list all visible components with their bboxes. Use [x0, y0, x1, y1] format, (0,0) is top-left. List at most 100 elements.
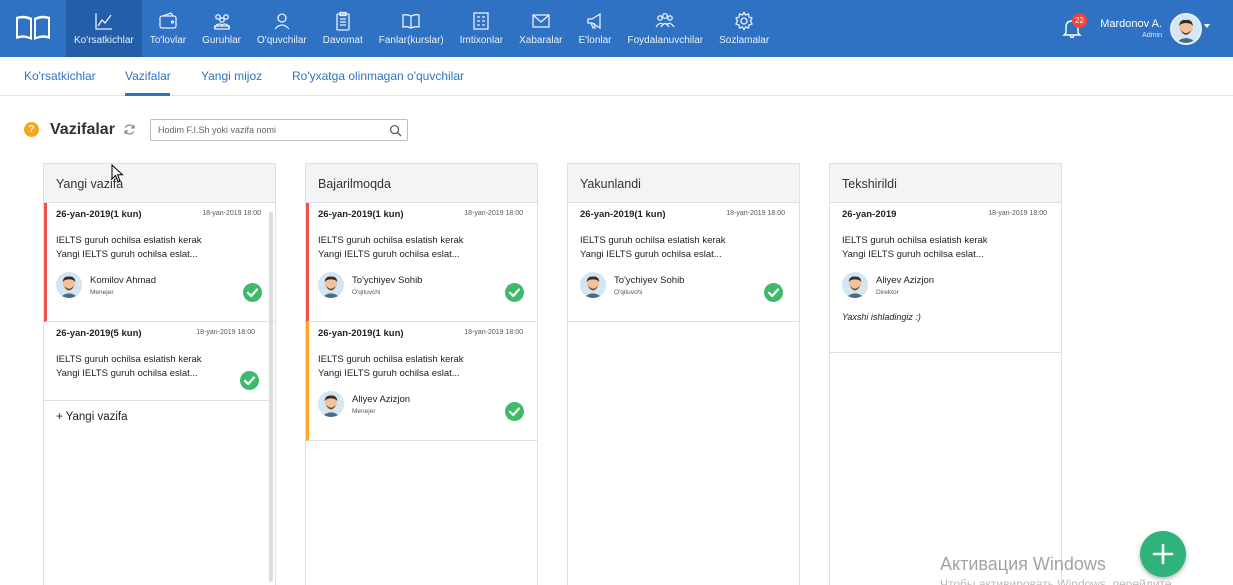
nav-item-davomat[interactable]: Davomat: [315, 0, 371, 57]
search-box: [150, 119, 408, 141]
chevron-down-icon[interactable]: [1204, 24, 1210, 28]
avatar[interactable]: [1170, 13, 1202, 45]
search-icon[interactable]: [389, 124, 402, 137]
column-title: Bajarilmoqda: [306, 164, 537, 203]
assignee-role: Menejer: [90, 288, 114, 296]
task-description: IELTS guruh ochilsa eslatish kerak Yangi…: [318, 353, 508, 381]
person-avatar-icon: [580, 272, 606, 298]
gear-icon: [735, 11, 754, 31]
nav-item-label: To'lovlar: [149, 35, 187, 46]
person-avatar-icon: [318, 272, 344, 298]
wallet-icon: [159, 12, 177, 29]
review-comment: Yaxshi ishladingiz :): [842, 312, 921, 322]
task-line: IELTS guruh ochilsa eslatish kerak: [56, 354, 202, 365]
task-line: Yangi IELTS guruh ochilsa eslat...: [56, 249, 198, 260]
person-avatar-icon: [56, 272, 82, 298]
column-bajarilmoqda: Bajarilmoqda 26-yan-2019(1 kun) 18-yan-2…: [305, 163, 538, 585]
task-time: 18-yan-2019 18:00: [464, 210, 523, 217]
nav-item-elonlar[interactable]: E'lonlar: [570, 0, 619, 57]
task-card[interactable]: 26-yan-2019(1 kun) 18-yan-2019 18:00 IEL…: [568, 203, 799, 322]
help-icon[interactable]: ?: [24, 122, 39, 137]
assignee-name: Aliyev Azizjon: [352, 393, 411, 405]
task-line: IELTS guruh ochilsa eslatish kerak: [842, 235, 988, 246]
scrollbar[interactable]: [269, 212, 273, 582]
user-avatar-icon: [1172, 15, 1200, 43]
book-logo-icon[interactable]: [14, 12, 52, 44]
megaphone-icon: [587, 12, 601, 30]
task-card[interactable]: 26-yan-2019(5 kun) 18-yan-2019 18:00 IEL…: [44, 322, 269, 401]
nav-item-foydalanuvchilar[interactable]: Foydalanuvchilar: [620, 0, 712, 57]
task-card[interactable]: 26-yan-2019(1 kun) 18-yan-2019 18:00 IEL…: [44, 203, 275, 322]
avatar: [580, 272, 606, 298]
assignee-name: Komilov Ahmad: [90, 274, 157, 286]
group-icon: [213, 14, 231, 30]
task-description: IELTS guruh ochilsa eslatish kerak Yangi…: [580, 234, 770, 262]
windows-activation-subtitle: Чтобы активировать Windows, перейдите: [940, 577, 1172, 585]
exam-icon: [473, 12, 490, 30]
person-avatar-icon: [842, 272, 868, 298]
avatar: [56, 272, 82, 298]
nav-item-oquvchilar[interactable]: O'quvchilar: [249, 0, 315, 57]
nav-item-label: Foydalanuvchilar: [627, 35, 704, 46]
nav-item-imtixonlar[interactable]: Imtixonlar: [452, 0, 511, 57]
task-card[interactable]: 26-yan-2019(1 kun) 18-yan-2019 18:00 IEL…: [306, 322, 537, 441]
task-line: IELTS guruh ochilsa eslatish kerak: [580, 235, 726, 246]
nav-item-label: Imtixonlar: [459, 35, 504, 46]
assignee: Aliyev Azizjon Direktor: [842, 272, 1061, 298]
assignee-name: To'ychiyev Sohib: [352, 274, 423, 286]
assignee-role: O'qituvchi: [352, 288, 381, 296]
column-tekshirildi: Tekshirildi 26-yan-2019 18-yan-2019 18:0…: [829, 163, 1062, 585]
add-task-button[interactable]: + Yangi vazifa: [44, 401, 275, 423]
task-line: IELTS guruh ochilsa eslatish kerak: [318, 235, 464, 246]
person-avatar-icon: [318, 391, 344, 417]
task-description: IELTS guruh ochilsa eslatish kerak Yangi…: [56, 234, 246, 262]
nav-item-label: Guruhlar: [202, 35, 241, 46]
task-description: IELTS guruh ochilsa eslatish kerak Yangi…: [318, 234, 508, 262]
nav-item-tolovlar[interactable]: To'lovlar: [142, 0, 194, 57]
check-circle-icon[interactable]: [505, 283, 524, 302]
clipboard-icon: [336, 11, 350, 31]
tab-yangi-mijoz[interactable]: Yangi mijoz: [201, 69, 262, 83]
task-line: IELTS guruh ochilsa eslatish kerak: [318, 354, 464, 365]
check-circle-icon[interactable]: [764, 283, 783, 302]
nav-item-label: Ko'rsatkichlar: [74, 35, 134, 46]
task-line: Yangi IELTS guruh ochilsa eslat...: [318, 368, 460, 379]
refresh-icon[interactable]: [123, 123, 136, 136]
avatar: [842, 272, 868, 298]
task-time: 18-yan-2019 18:00: [726, 210, 785, 217]
column-yangi-vazifa: Yangi vazifa 26-yan-2019(1 kun) 18-yan-2…: [43, 163, 276, 585]
nav-item-sozlamalar[interactable]: Sozlamalar: [711, 0, 777, 57]
avatar: [318, 391, 344, 417]
tab-royxatga-olinmagan[interactable]: Ro'yxatga olinmagan o'quvchilar: [292, 69, 464, 83]
nav-item-xabaralar[interactable]: Xabaralar: [511, 0, 570, 57]
check-circle-icon[interactable]: [240, 371, 259, 390]
nav-item-label: Xabaralar: [519, 35, 563, 46]
add-fab-button[interactable]: [1140, 531, 1186, 577]
column-title: Tekshirildi: [830, 164, 1061, 203]
check-circle-icon[interactable]: [505, 402, 524, 421]
task-card[interactable]: 26-yan-2019 18-yan-2019 18:00 IELTS guru…: [830, 203, 1061, 353]
tab-korsatkichlar[interactable]: Ko'rsatkichlar: [24, 69, 96, 83]
task-description: IELTS guruh ochilsa eslatish kerak Yangi…: [56, 353, 246, 381]
task-description: IELTS guruh ochilsa eslatish kerak Yangi…: [842, 234, 1032, 262]
nav-item-label: Fanlar(kurslar): [378, 35, 444, 46]
plus-icon: [1152, 543, 1174, 565]
check-circle-icon[interactable]: [243, 283, 262, 302]
assignee-role: O'qituvchi: [614, 288, 643, 296]
chart-line-icon: [95, 13, 112, 30]
tab-vazifalar[interactable]: Vazifalar: [125, 69, 171, 83]
active-tab-indicator: [125, 93, 170, 96]
nav-item-korsatkichlar[interactable]: Ko'rsatkichlar: [66, 0, 142, 57]
nav-item-fanlar[interactable]: Fanlar(kurslar): [371, 0, 452, 57]
nav-item-label: O'quvchilar: [257, 35, 307, 46]
assignee-role: Direktor: [876, 288, 899, 296]
user-name[interactable]: Mardonov A.: [1092, 18, 1162, 30]
assignee-name: To'ychiyev Sohib: [614, 274, 685, 286]
task-time: 18-yan-2019 18:00: [196, 329, 255, 336]
column-yakunlandi: Yakunlandi 26-yan-2019(1 kun) 18-yan-201…: [567, 163, 800, 585]
search-input[interactable]: [151, 120, 381, 140]
students-icon: [274, 13, 290, 30]
task-card[interactable]: 26-yan-2019(1 kun) 18-yan-2019 18:00 IEL…: [306, 203, 537, 322]
nav-item-guruhlar[interactable]: Guruhlar: [194, 0, 249, 57]
assignee-role: Menejer: [352, 407, 376, 415]
